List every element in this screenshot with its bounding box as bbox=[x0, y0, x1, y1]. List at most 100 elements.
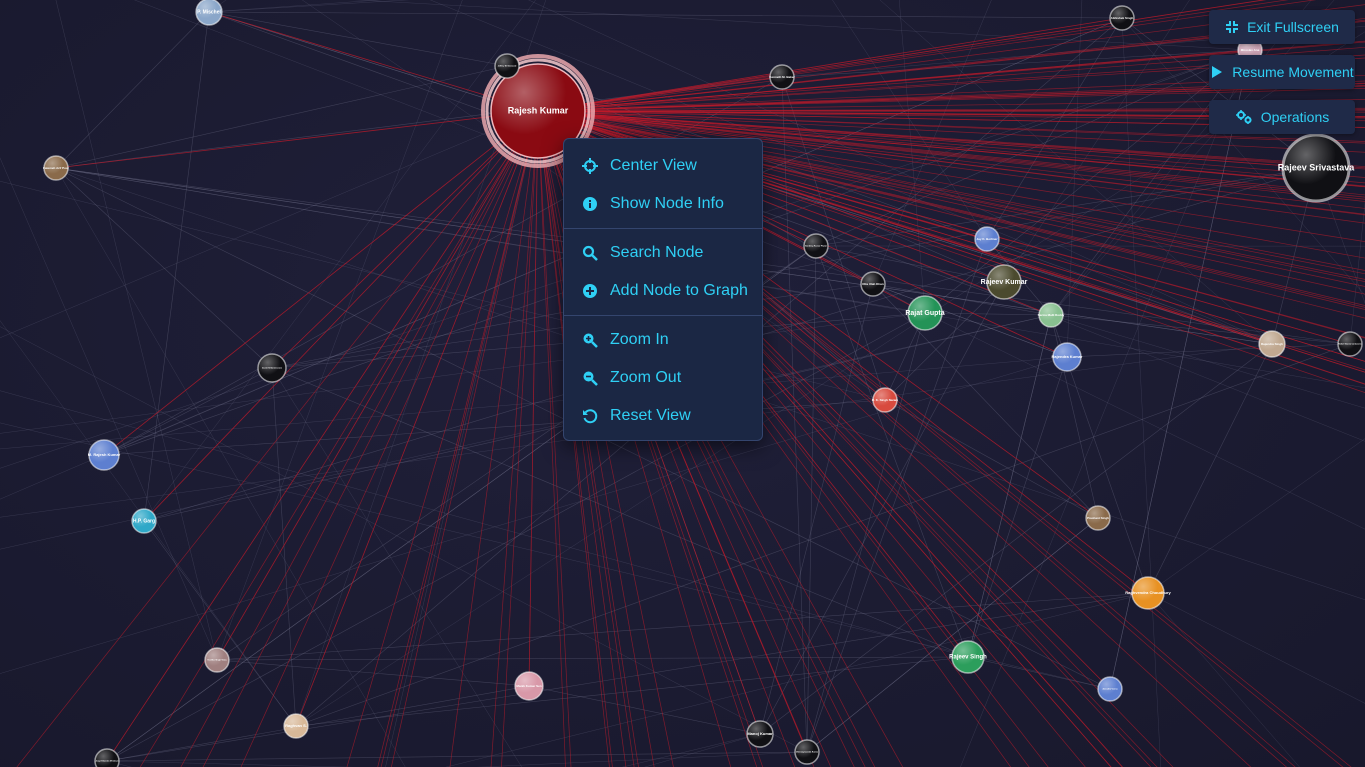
node-label: M. Rajesh Kumar bbox=[88, 452, 121, 457]
menu-add-node[interactable]: Add Node to Graph bbox=[564, 272, 762, 310]
node-label: R. K. Singh Naram bbox=[872, 398, 899, 402]
graph-edge bbox=[295, 343, 1351, 727]
graph-node[interactable]: Rajendra Kumar bbox=[1052, 342, 1083, 372]
graph-node[interactable]: H.P. Garg bbox=[131, 508, 157, 534]
graph-node[interactable]: Chinmayananda Kumar bbox=[794, 739, 820, 765]
menu-zoom-in[interactable]: Zoom In bbox=[564, 321, 762, 359]
operations-button[interactable]: Operations bbox=[1209, 100, 1355, 134]
node-label: Miroslav Ana bbox=[1241, 48, 1260, 52]
node-context-menu: Center View Show Node Info Search Node A… bbox=[563, 138, 763, 441]
menu-search-node[interactable]: Search Node bbox=[564, 234, 762, 272]
highlighted-edge bbox=[537, 17, 1123, 112]
menu-search-node-label: Search Node bbox=[610, 244, 704, 261]
graph-node[interactable]: Jay K. Berliner bbox=[974, 226, 1000, 252]
graph-edge bbox=[967, 314, 1052, 658]
graph-edge bbox=[106, 751, 808, 762]
graph-edge bbox=[621, 733, 761, 767]
graph-edge bbox=[103, 399, 886, 456]
graph-edge bbox=[55, 0, 218, 661]
graph-canvas[interactable]: Rajesh Kumar Rajeev Srivastava P. Mischel A… bbox=[0, 0, 1365, 767]
search-icon bbox=[582, 245, 598, 261]
graph-node[interactable]: Sarma Malli Reddy bbox=[1038, 302, 1065, 328]
graph-node[interactable]: Rafael Garcia Carbonero bbox=[1337, 331, 1363, 357]
crosshairs-icon bbox=[582, 158, 598, 174]
graph-node[interactable]: R. K. Singh Naram bbox=[872, 387, 899, 413]
graph-edge bbox=[271, 367, 523, 767]
node-label: Rajat Gupta bbox=[905, 310, 944, 317]
play-icon bbox=[1210, 65, 1224, 79]
graph-edge bbox=[106, 760, 132, 767]
menu-show-node-info[interactable]: Show Node Info bbox=[564, 185, 762, 223]
menu-show-node-info-label: Show Node Info bbox=[610, 195, 724, 212]
graph-node[interactable]: Manoj Kumar bbox=[746, 720, 774, 748]
node-label: Kenneth M. Baker bbox=[769, 75, 795, 79]
graph-node[interactable]: Jorge Eduardo Mendoza bbox=[94, 748, 120, 767]
node-label: Chinmayananda Kumar bbox=[796, 752, 819, 754]
graph-edge bbox=[476, 751, 808, 767]
exit-fullscreen-button[interactable]: Exit Fullscreen bbox=[1209, 10, 1355, 44]
node-label: Fatemeh Arif Pour bbox=[43, 166, 70, 170]
graph-node[interactable]: Raghvan S. bbox=[283, 713, 309, 739]
info-circle-icon bbox=[582, 196, 598, 212]
exit-fullscreen-label: Exit Fullscreen bbox=[1247, 19, 1339, 35]
node-label: Rajendra Kumar bbox=[1052, 354, 1083, 359]
menu-zoom-out[interactable]: Zoom Out bbox=[564, 359, 762, 397]
plus-circle-icon bbox=[582, 283, 598, 299]
graph-edge bbox=[884, 399, 1099, 519]
graph-edge bbox=[759, 283, 874, 735]
graph-node[interactable]: Raghvendra Choudhury bbox=[1125, 576, 1172, 610]
graph-node[interactable]: Anandita Varma bbox=[1097, 676, 1123, 702]
graph-node[interactable]: Jeffery M. Diamond bbox=[494, 53, 520, 79]
node-label: Abhishek Singh bbox=[1111, 16, 1134, 20]
graph-node[interactable]: Rajat Gupta bbox=[905, 295, 945, 331]
resume-movement-button[interactable]: Resume Movement bbox=[1209, 55, 1355, 89]
node-label: Raghvan S. bbox=[285, 723, 307, 728]
graph-node[interactable]: Rita Ulah Khan bbox=[860, 271, 886, 297]
graph-node[interactable]: P. Mischel bbox=[195, 0, 223, 26]
undo-icon bbox=[582, 408, 598, 424]
highlighted-edge bbox=[106, 110, 539, 762]
graph-node[interactable]: Rajendra Singh bbox=[1258, 330, 1286, 358]
node-label: Sarma Malli Reddy bbox=[1038, 313, 1065, 317]
graph-edge bbox=[1121, 17, 1161, 767]
graph-edge bbox=[0, 422, 1111, 690]
node-label: Manik Kumar Sen bbox=[516, 684, 541, 688]
node-label: Rajeev Kumar bbox=[981, 279, 1028, 286]
menu-center-view[interactable]: Center View bbox=[564, 147, 762, 185]
graph-edge bbox=[1147, 438, 1365, 594]
node-label: Jay K. Berliner bbox=[976, 237, 998, 241]
highlighted-edge bbox=[377, 110, 539, 767]
graph-edge bbox=[106, 760, 354, 767]
graph-edge bbox=[872, 283, 1068, 358]
graph-edge bbox=[759, 343, 1273, 735]
node-label: Sandeep Kumar Pawar bbox=[805, 246, 827, 248]
graph-node[interactable]: Asmit Srikanteswara bbox=[257, 353, 287, 383]
node-label: H.P. Garg bbox=[133, 518, 155, 524]
graph-edge bbox=[103, 367, 273, 456]
graph-edge bbox=[806, 517, 1099, 753]
node-label: Rita Ulah Khan bbox=[862, 282, 884, 286]
graph-node[interactable]: Kenneth M. Baker bbox=[769, 64, 795, 90]
graph-node[interactable]: M. Rajesh Kumar bbox=[88, 439, 121, 471]
menu-reset-view-label: Reset View bbox=[610, 407, 691, 424]
node-label: Yoshika Singh Yatus bbox=[207, 659, 227, 662]
node-label: Rajesh Kumar bbox=[508, 105, 569, 115]
graph-edge bbox=[1147, 592, 1365, 704]
graph-node[interactable]: Yoshika Singh Yatus bbox=[204, 647, 230, 673]
node-label: Rafael Garcia Carbonero bbox=[1338, 344, 1362, 346]
menu-divider bbox=[564, 228, 762, 229]
graph-node[interactable]: Prashant Singh bbox=[1085, 505, 1111, 531]
graph-node[interactable]: Fatemeh Arif Pour bbox=[43, 155, 70, 181]
graph-edge bbox=[1147, 592, 1300, 767]
gears-icon bbox=[1235, 110, 1253, 124]
graph-edge bbox=[55, 11, 210, 169]
graph-node[interactable]: Abhishek Singh bbox=[1109, 5, 1135, 31]
graph-edge bbox=[353, 0, 1251, 51]
node-label: P. Mischel bbox=[197, 9, 221, 15]
graph-edge bbox=[295, 656, 969, 727]
graph-node[interactable]: Manik Kumar Sen bbox=[514, 671, 544, 701]
resume-movement-label: Resume Movement bbox=[1232, 64, 1354, 80]
menu-reset-view[interactable]: Reset View bbox=[564, 397, 762, 435]
zoom-out-icon bbox=[582, 370, 598, 386]
graph-node[interactable]: Sandeep Kumar Pawar bbox=[803, 233, 829, 259]
